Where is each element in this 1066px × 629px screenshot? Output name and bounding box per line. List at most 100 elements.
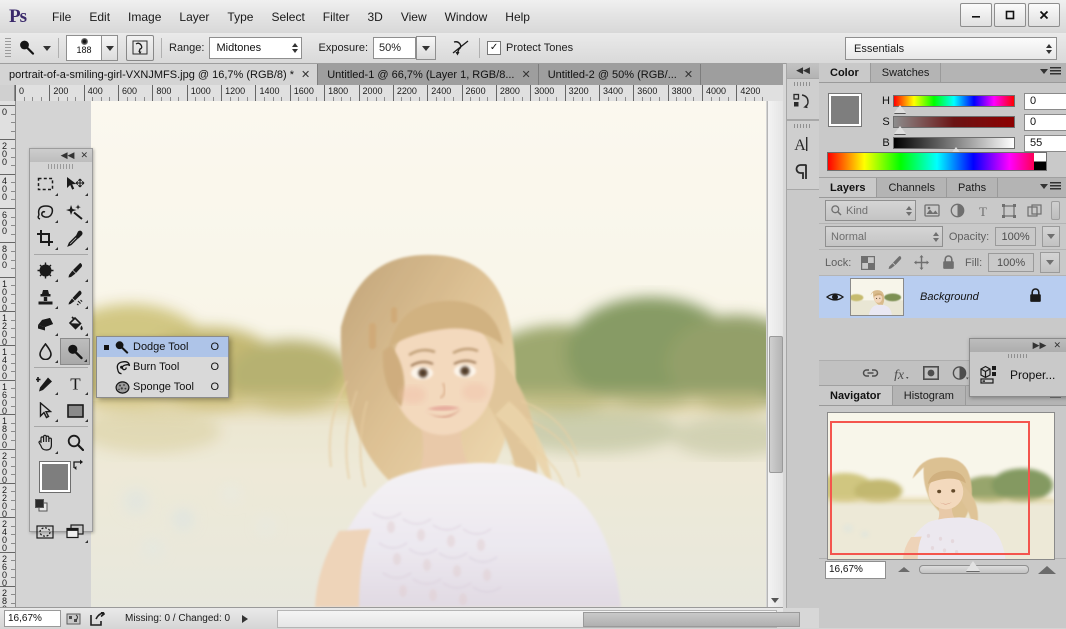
color-spectrum-bar[interactable]	[827, 152, 1047, 171]
tab-channels[interactable]: Channels	[877, 178, 946, 197]
zoom-in-icon[interactable]	[1038, 566, 1056, 574]
minimize-button[interactable]	[960, 3, 992, 27]
menu-type[interactable]: Type	[218, 7, 262, 27]
menu-file[interactable]: File	[43, 7, 80, 27]
panel-menu-icon[interactable]	[1040, 67, 1061, 75]
brightness-input[interactable]: 55	[1024, 135, 1066, 152]
fill-input[interactable]: 100%	[988, 253, 1034, 272]
fill-dropdown-icon[interactable]	[1040, 252, 1060, 273]
close-icon[interactable]: ✕	[301, 70, 310, 80]
workspace-select[interactable]: Essentials	[845, 37, 1057, 60]
protect-tones-checkbox[interactable]: ✓	[487, 41, 501, 55]
share-icon[interactable]	[87, 611, 107, 627]
layer-lock-icon[interactable]	[1029, 288, 1042, 306]
tab-swatches[interactable]: Swatches	[871, 63, 942, 82]
close-icon[interactable]: ✕	[80, 151, 88, 160]
adjustment-layer-icon[interactable]	[952, 366, 970, 381]
clone-stamp-tool[interactable]	[30, 284, 60, 311]
swap-colors-icon[interactable]	[72, 458, 84, 473]
properties-panel-body[interactable]: Proper...	[970, 360, 1066, 390]
navigator-view-box[interactable]	[830, 421, 1030, 555]
layer-visibility-icon[interactable]	[819, 291, 850, 303]
shape-filter-icon[interactable]	[999, 201, 1019, 221]
color-proof-icon[interactable]	[64, 611, 84, 627]
menu-view[interactable]: View	[392, 7, 436, 27]
quick-mask-icon[interactable]	[30, 518, 60, 545]
horizontal-type-tool[interactable]: T	[60, 370, 90, 397]
canvas-vertical-scrollbar[interactable]	[767, 101, 783, 607]
filter-stepper-icon[interactable]	[906, 206, 912, 216]
blend-mode-select[interactable]: Normal	[825, 226, 943, 247]
path-selection-tool[interactable]	[30, 397, 60, 424]
hand-tool[interactable]	[30, 429, 60, 456]
menu-window[interactable]: Window	[436, 7, 497, 27]
properties-panel-header[interactable]: ▶▶ ✕	[970, 339, 1066, 352]
foreground-color-swatch[interactable]	[40, 462, 70, 492]
range-stepper-icon[interactable]	[292, 43, 298, 53]
menu-layer[interactable]: Layer	[170, 7, 218, 27]
tab-layers[interactable]: Layers	[819, 178, 877, 197]
smartobject-filter-icon[interactable]	[1025, 201, 1045, 221]
flyout-item-dodge-tool[interactable]: Dodge Tool O	[97, 337, 228, 357]
tab-color[interactable]: Color	[819, 63, 871, 82]
menu-filter[interactable]: Filter	[314, 7, 359, 27]
blend-mode-stepper-icon[interactable]	[933, 232, 939, 242]
layer-style-icon[interactable]: fx	[892, 366, 910, 381]
panel-menu-icon[interactable]	[1040, 182, 1061, 190]
menu-3d[interactable]: 3D	[358, 7, 391, 27]
tab-paths[interactable]: Paths	[947, 178, 998, 197]
brush-preview[interactable]: 188	[66, 35, 102, 61]
spectrum-white-black[interactable]	[1034, 153, 1046, 170]
properties-panel-grip[interactable]	[970, 352, 1066, 360]
airbrush-icon[interactable]	[126, 35, 154, 61]
character-panel-icon[interactable]: A	[787, 130, 819, 158]
close-button[interactable]	[1028, 3, 1060, 27]
close-icon[interactable]: ✕	[684, 70, 693, 80]
link-layers-icon[interactable]	[862, 367, 879, 379]
toolbox-grip[interactable]	[30, 162, 92, 171]
flyout-item-sponge-tool[interactable]: Sponge Tool O	[97, 377, 228, 397]
layer-row-background[interactable]: Background	[819, 276, 1066, 318]
history-actions-icon[interactable]	[787, 88, 819, 116]
document-tab-0[interactable]: portrait-of-a-smiling-girl-VXNJMFS.jpg @…	[0, 64, 318, 85]
menu-select[interactable]: Select	[262, 7, 313, 27]
dodge-tool[interactable]	[60, 338, 90, 365]
status-zoom-input[interactable]: 16,67%	[4, 610, 61, 627]
dock-grip[interactable]	[787, 121, 819, 130]
navigator-thumbnail[interactable]	[827, 412, 1055, 560]
lock-image-icon[interactable]	[884, 253, 905, 273]
dodge-tool-icon[interactable]	[15, 37, 39, 59]
workspace-stepper-icon[interactable]	[1046, 44, 1052, 54]
brush-tool[interactable]	[60, 257, 90, 284]
tool-preset-chevron-icon[interactable]	[43, 46, 51, 51]
toolbox-header[interactable]: ◀◀ ✕	[30, 149, 92, 162]
saturation-slider[interactable]	[893, 116, 1015, 128]
eraser-tool[interactable]	[30, 311, 60, 338]
rectangular-marquee-tool[interactable]	[30, 171, 60, 198]
close-icon[interactable]: ✕	[1053, 340, 1061, 351]
vertical-ruler[interactable]: 0200400600800100012001400160018002000220…	[0, 101, 16, 607]
opacity-dropdown-icon[interactable]	[1042, 226, 1060, 247]
blur-tool[interactable]	[30, 338, 60, 365]
tab-histogram[interactable]: Histogram	[893, 386, 966, 405]
zoom-out-icon[interactable]	[898, 567, 910, 572]
range-select[interactable]: Midtones	[209, 37, 302, 59]
lock-transparent-icon[interactable]	[857, 253, 878, 273]
menu-help[interactable]: Help	[496, 7, 539, 27]
document-tab-2[interactable]: Untitled-2 @ 50% (RGB/... ✕	[539, 64, 701, 85]
navigator-preview-area[interactable]	[819, 406, 1066, 558]
brush-picker-chevron-icon[interactable]	[102, 35, 118, 61]
scrollbar-thumb[interactable]	[769, 336, 783, 473]
filter-kind-select[interactable]: Kind	[825, 200, 916, 221]
saturation-input[interactable]: 0	[1024, 114, 1066, 131]
layer-name[interactable]: Background	[920, 291, 1029, 303]
document-tab-1[interactable]: Untitled-1 @ 66,7% (Layer 1, RGB/8... ✕	[318, 64, 538, 85]
hue-slider[interactable]	[893, 95, 1015, 107]
layer-mask-icon[interactable]	[923, 366, 939, 380]
exposure-dropdown-icon[interactable]	[416, 36, 436, 60]
brush-preset-picker[interactable]: 188	[66, 35, 118, 61]
maximize-button[interactable]	[994, 3, 1026, 27]
paragraph-panel-icon[interactable]	[787, 158, 819, 186]
adjustment-filter-icon[interactable]	[948, 201, 968, 221]
pixel-filter-icon[interactable]	[922, 201, 942, 221]
